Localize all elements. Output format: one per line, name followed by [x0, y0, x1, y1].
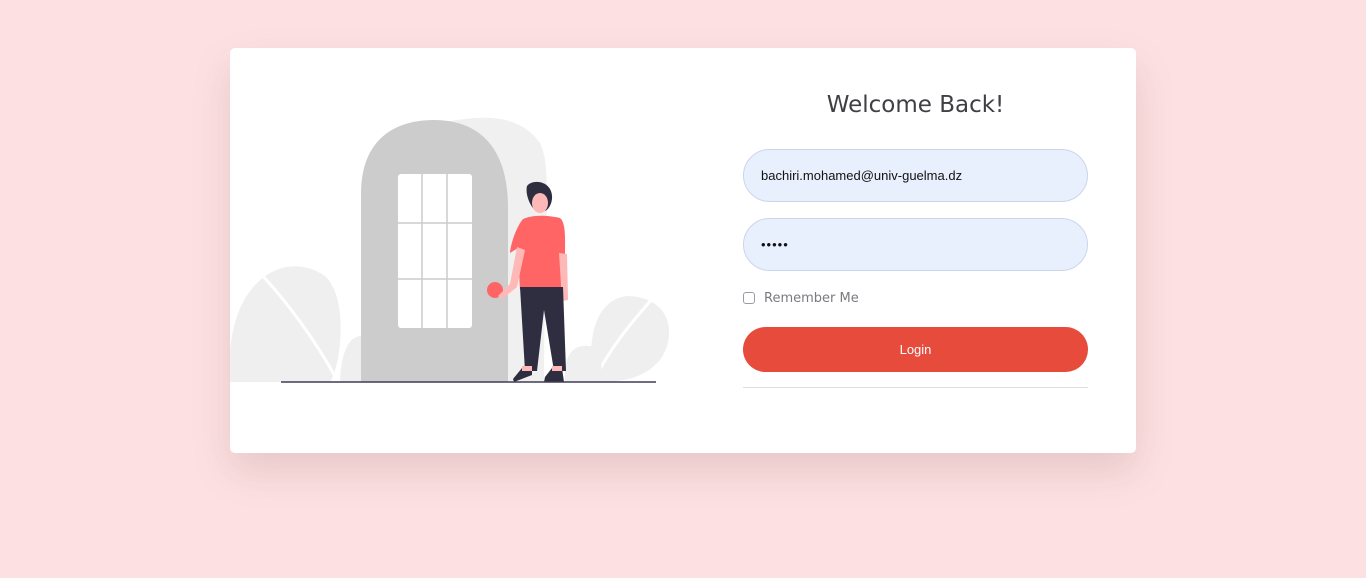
remember-me-control[interactable]: Remember Me	[743, 290, 859, 306]
password-input[interactable]	[743, 218, 1088, 271]
person-left-ankle	[522, 366, 532, 371]
form-divider	[743, 387, 1088, 388]
right-leaf-shape	[591, 296, 670, 382]
welcome-title: Welcome Back!	[826, 92, 1005, 118]
email-input[interactable]	[743, 149, 1088, 202]
remember-me-label: Remember Me	[764, 290, 859, 306]
person-face	[532, 193, 548, 213]
login-form: Welcome Back! Remember Me Login	[743, 48, 1088, 453]
door-window	[398, 174, 472, 328]
person-right-ankle	[552, 366, 562, 371]
login-button[interactable]: Login	[743, 327, 1088, 372]
small-right-leaf-shape	[564, 345, 602, 382]
left-leaf-shape	[230, 266, 341, 382]
door-illustration	[230, 117, 670, 383]
remember-me-checkbox[interactable]	[743, 292, 755, 304]
login-card: Welcome Back! Remember Me Login	[230, 48, 1136, 453]
